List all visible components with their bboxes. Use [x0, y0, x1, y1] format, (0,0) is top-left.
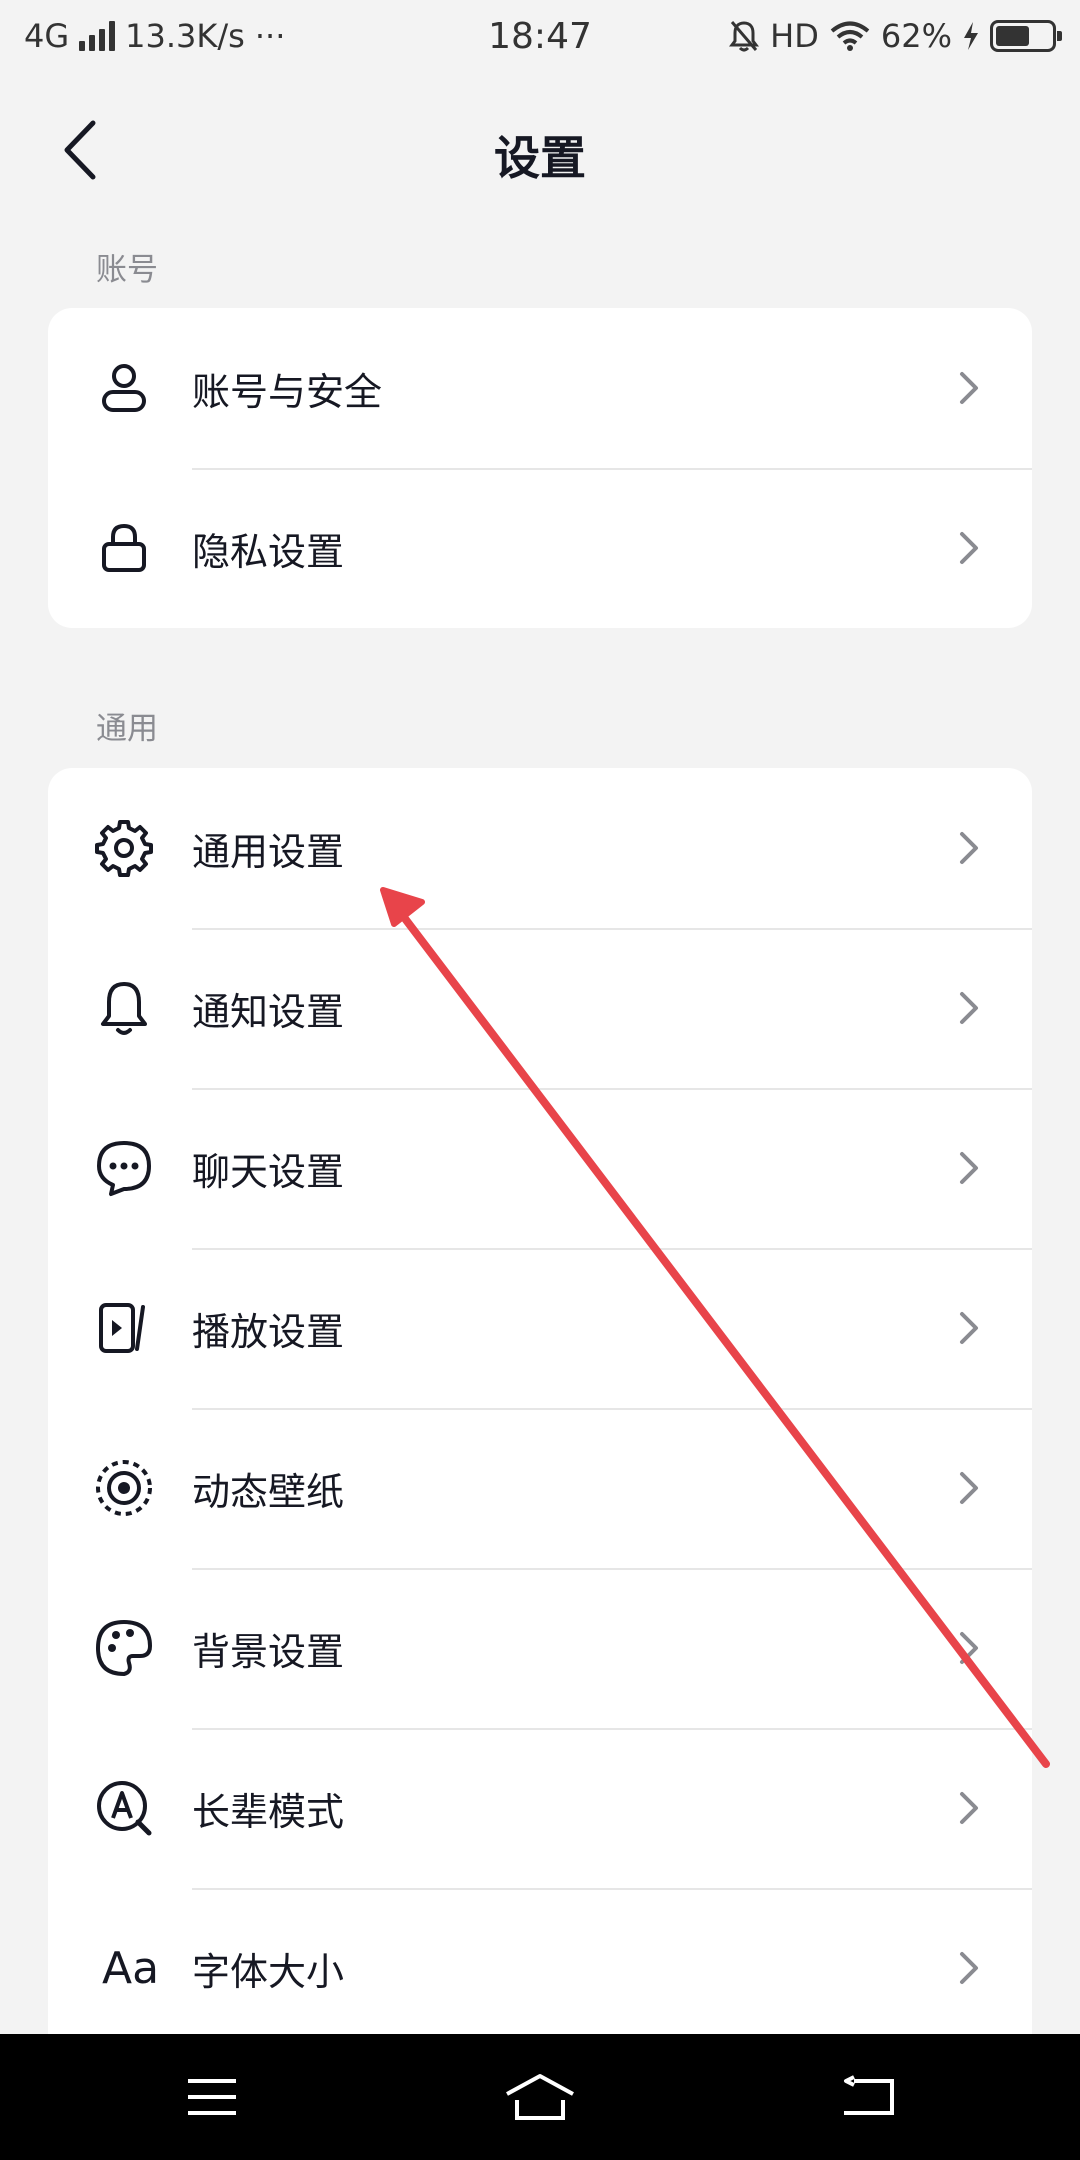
back-button[interactable] [44, 114, 116, 186]
section-label-general: 通用 [96, 711, 158, 747]
chevron-right-icon [960, 1952, 978, 1984]
palette-icon [92, 1616, 156, 1680]
font-size-icon: Aa [102, 1936, 182, 2000]
bell-icon [92, 976, 156, 1040]
chevron-right-icon [960, 1152, 978, 1184]
chevron-right-icon [960, 372, 978, 404]
nav-header: 设置 [0, 96, 1080, 206]
chevron-right-icon [960, 1312, 978, 1344]
settings-item-label: 账号与安全 [192, 369, 383, 414]
settings-item-label: 动态壁纸 [192, 1469, 345, 1514]
settings-item-general[interactable]: 通用设置 [48, 768, 1032, 928]
settings-item-notification[interactable]: 通知设置 [48, 928, 1032, 1088]
settings-item-account-security[interactable]: 账号与安全 [48, 308, 1032, 468]
battery-icon [990, 20, 1062, 52]
chevron-right-icon [960, 832, 978, 864]
play-screen-icon [92, 1296, 156, 1360]
wifi-icon [830, 21, 870, 51]
network-speed: 13.3K/s [125, 17, 245, 55]
settings-item-background[interactable]: 背景设置 [48, 1568, 1032, 1728]
more-indicator: ··· [254, 17, 286, 55]
battery-percent: 62% [880, 17, 952, 55]
chevron-right-icon [960, 1792, 978, 1824]
chat-bubble-icon [92, 1136, 156, 1200]
settings-item-label: 字体大小 [192, 1949, 345, 1994]
account-card: 账号与安全 隐私设置 [48, 308, 1032, 628]
person-icon [92, 356, 156, 420]
live-wallpaper-icon [92, 1456, 156, 1520]
status-left: 4G 13.3K/s ··· [24, 17, 285, 55]
chevron-right-icon [960, 1472, 978, 1504]
home-icon [506, 2074, 574, 2120]
settings-item-font-size[interactable]: Aa 字体大小 [48, 1888, 1032, 2034]
settings-item-chat[interactable]: 聊天设置 [48, 1088, 1032, 1248]
chevron-right-icon [960, 1632, 978, 1664]
signal-icon [79, 21, 116, 51]
network-type: 4G [24, 17, 70, 55]
system-home-button[interactable] [492, 2059, 588, 2135]
status-bar: 4G 13.3K/s ··· 18:47 HD 62% [0, 0, 1080, 72]
hd-indicator: HD [770, 17, 819, 55]
settings-item-elder-mode[interactable]: 长辈模式 [48, 1728, 1032, 1888]
general-card: 通用设置 通知设置 聊天设置 播放设置 动态壁纸 背景设置 长辈模式 Aa 字体… [48, 768, 1032, 2034]
settings-item-label: 聊天设置 [192, 1149, 345, 1194]
settings-item-privacy[interactable]: 隐私设置 [48, 468, 1032, 628]
elder-mode-icon [92, 1776, 156, 1840]
settings-item-label: 长辈模式 [192, 1789, 345, 1834]
font-size-glyph: Aa [102, 1942, 160, 1994]
charging-icon [964, 22, 978, 50]
settings-item-label: 背景设置 [192, 1629, 345, 1674]
settings-item-live-wallpaper[interactable]: 动态壁纸 [48, 1408, 1032, 1568]
system-back-button[interactable] [820, 2059, 916, 2135]
back-icon [844, 2075, 894, 2115]
lock-icon [92, 516, 156, 580]
battery-fill [996, 26, 1030, 46]
settings-item-label: 通知设置 [192, 989, 345, 1034]
page-title: 设置 [494, 131, 586, 185]
system-menu-button[interactable] [164, 2059, 260, 2135]
gear-icon [92, 816, 156, 880]
system-nav-bar [0, 2034, 1080, 2160]
settings-item-label: 隐私设置 [192, 529, 345, 574]
menu-icon [188, 2079, 236, 2115]
back-arrow-icon [64, 120, 96, 180]
mute-bell-icon [729, 21, 760, 52]
chevron-right-icon [960, 992, 978, 1024]
settings-item-label: 播放设置 [192, 1309, 345, 1354]
settings-item-playback[interactable]: 播放设置 [48, 1248, 1032, 1408]
settings-item-label: 通用设置 [192, 829, 345, 874]
section-label-account: 账号 [96, 252, 158, 288]
status-right: HD 62% [728, 17, 1062, 55]
chevron-right-icon [960, 532, 978, 564]
